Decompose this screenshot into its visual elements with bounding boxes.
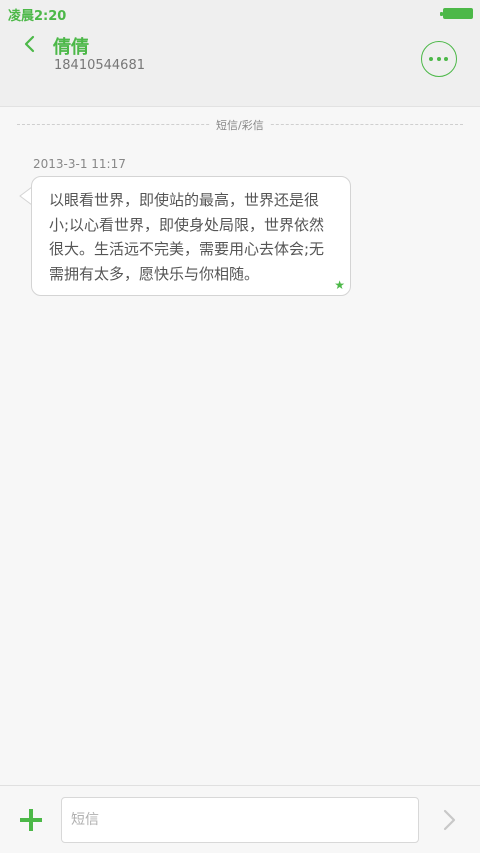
message-line: 以眼看世界，即使站的最高，世界还是很 — [49, 191, 320, 209]
battery-full-icon — [440, 8, 473, 19]
plus-icon — [20, 809, 42, 831]
add-attachment-button[interactable] — [19, 808, 43, 832]
status-bar: 凌晨2:20 — [0, 0, 480, 26]
chevron-left-icon — [24, 35, 35, 53]
status-time: 凌晨2:20 — [8, 9, 67, 24]
message-line: 需拥有太多，愿快乐与你相随。 — [49, 264, 260, 283]
contact-number: 18410544681 — [54, 58, 145, 73]
composer-bar — [0, 785, 480, 853]
back-button[interactable] — [18, 32, 44, 58]
message-type-divider: 短信/彩信 — [17, 117, 463, 133]
chevron-right-icon — [443, 809, 456, 831]
conversation-header: 倩倩 18410544681 — [0, 26, 480, 107]
star-icon: ★ — [334, 278, 345, 292]
send-button[interactable] — [440, 808, 460, 832]
message-text: 以眼看世界，即使站的最高，世界还是很 小;以心看世界，即使身处局限，世界依然 很… — [49, 188, 336, 286]
message-timestamp: 2013-3-1 11:17 — [33, 157, 126, 171]
message-type-label: 短信/彩信 — [211, 117, 269, 133]
message-line: 很大。生活远不完美，需要用心去体会;无 — [49, 240, 325, 258]
contact-name: 倩倩 — [53, 37, 89, 58]
message-bubble[interactable]: 以眼看世界，即使站的最高，世界还是很 小;以心看世界，即使身处局限，世界依然 很… — [31, 176, 351, 296]
message-input[interactable] — [61, 797, 419, 843]
more-options-button[interactable] — [421, 41, 457, 77]
message-line: 小;以心看世界，即使身处局限，世界依然 — [49, 215, 325, 234]
